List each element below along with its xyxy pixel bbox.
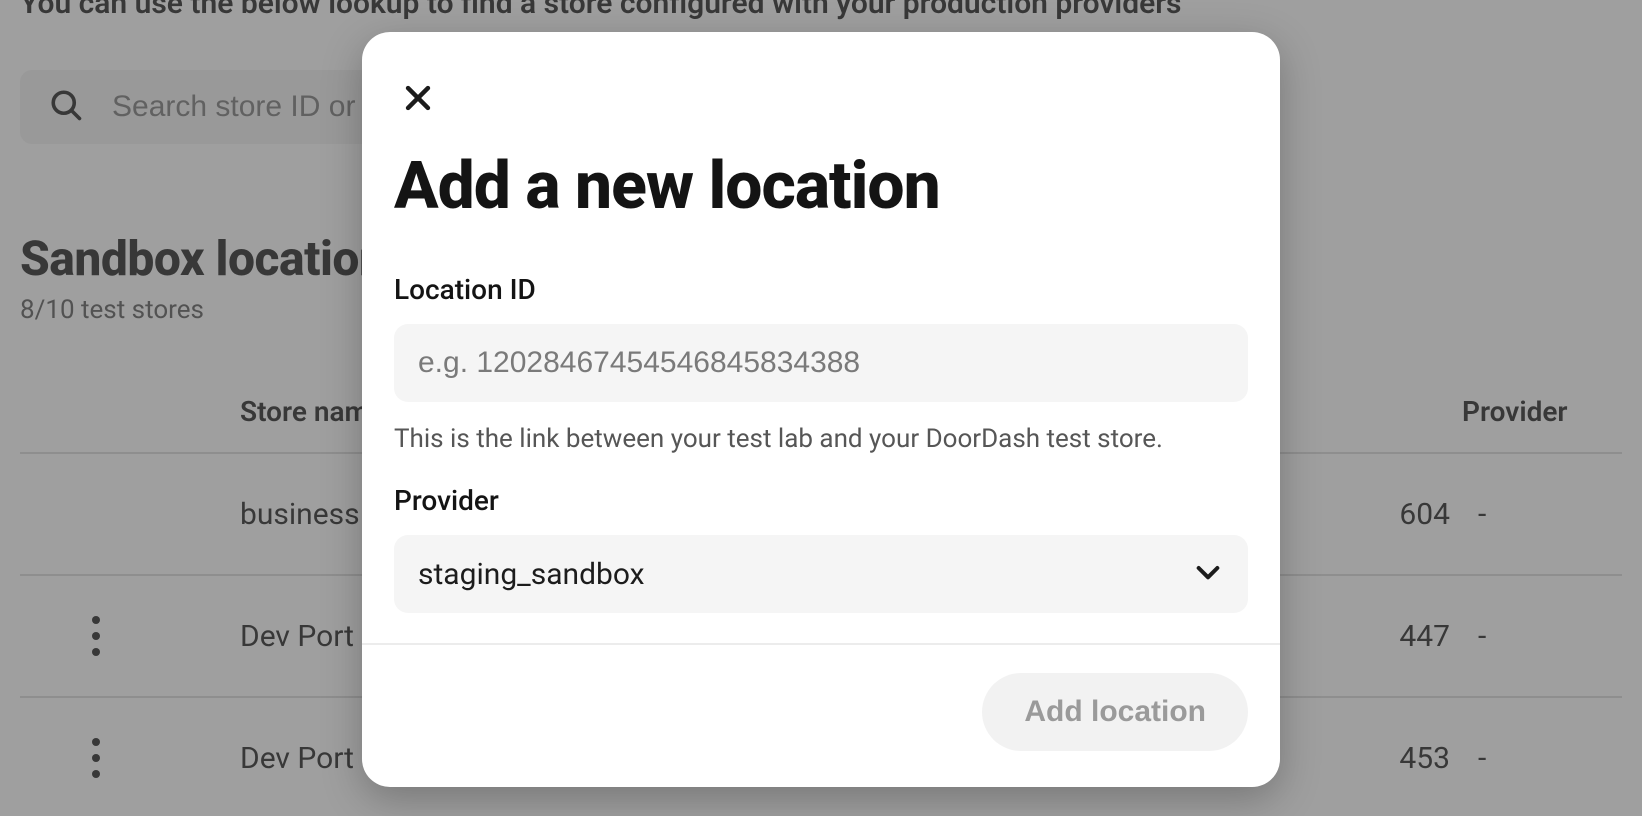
add-location-modal: Add a new location Location ID This is t…: [362, 32, 1280, 787]
modal-overlay[interactable]: Add a new location Location ID This is t…: [0, 0, 1642, 816]
chevron-down-icon: [1192, 556, 1224, 592]
close-icon: [401, 81, 435, 119]
provider-select[interactable]: staging_sandbox: [394, 535, 1248, 613]
provider-field: Provider staging_sandbox: [394, 484, 1248, 613]
location-id-label: Location ID: [394, 273, 1248, 306]
provider-selected-value: staging_sandbox: [418, 557, 1192, 592]
provider-label: Provider: [394, 484, 1248, 517]
location-id-field: Location ID This is the link between you…: [394, 273, 1248, 454]
location-id-input[interactable]: [394, 324, 1248, 402]
modal-footer: Add location: [362, 643, 1280, 787]
close-button[interactable]: [394, 76, 442, 124]
add-location-button[interactable]: Add location: [982, 673, 1248, 751]
location-id-help: This is the link between your test lab a…: [394, 424, 1248, 454]
modal-title: Add a new location: [394, 148, 1248, 225]
